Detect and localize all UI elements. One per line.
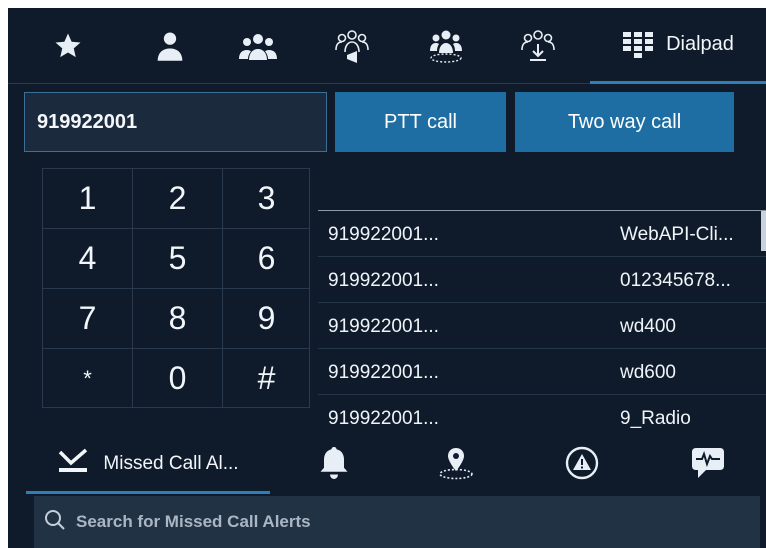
recent-number: 919922001... [328, 362, 439, 383]
tab-location[interactable] [426, 436, 486, 494]
tab-dialpad-label: Dialpad [666, 33, 734, 55]
person-icon [155, 30, 185, 62]
list-item[interactable]: 919922001... wd400 [318, 303, 766, 349]
recent-name: 012345678... [620, 270, 731, 291]
tab-favorites[interactable] [38, 8, 98, 84]
group-download-icon [519, 28, 557, 64]
tab-voice-messages[interactable] [678, 436, 738, 494]
warning-icon [565, 446, 599, 485]
tab-missed-call-alerts[interactable]: Missed Call Al... [26, 436, 270, 494]
key-hash[interactable]: # [222, 348, 310, 408]
bottom-tab-bar: Missed Call Al... [8, 436, 766, 496]
tab-emergency[interactable] [552, 436, 612, 494]
bell-icon [319, 445, 349, 486]
keypad-grid-icon [622, 31, 654, 59]
location-pin-icon [437, 446, 475, 485]
ptt-call-button[interactable]: PTT call [335, 92, 506, 152]
tab-alerts[interactable] [304, 436, 364, 494]
search-icon [44, 509, 66, 536]
app-window: Dialpad PTT call Two way call 1 2 3 4 5 … [8, 8, 766, 548]
key-2[interactable]: 2 [132, 168, 222, 228]
list-item[interactable]: 919922001... wd600 [318, 349, 766, 395]
tab-dialpad[interactable]: Dialpad [590, 8, 766, 84]
phone-number-input[interactable] [24, 92, 327, 152]
tab-broadcast[interactable] [322, 8, 382, 84]
group-icon [238, 30, 278, 62]
key-1[interactable]: 1 [42, 168, 132, 228]
missed-call-search-bar [34, 496, 760, 548]
recent-name: wd400 [620, 316, 676, 337]
dial-keypad: 1 2 3 4 5 6 7 8 9 * 0 # [42, 168, 310, 408]
list-item[interactable]: 919922001... 9_Radio [318, 395, 766, 441]
group-broadcast-icon [333, 28, 371, 64]
tab-contacts[interactable] [140, 8, 200, 84]
voice-message-icon [690, 446, 726, 485]
group-location-icon [427, 28, 465, 64]
top-tab-bar: Dialpad [8, 8, 766, 84]
tab-download[interactable] [508, 8, 568, 84]
recent-number: 919922001... [328, 270, 439, 291]
key-9[interactable]: 9 [222, 288, 310, 348]
recent-name: WebAPI-Cli... [620, 224, 734, 245]
recent-number: 919922001... [328, 316, 439, 337]
key-5[interactable]: 5 [132, 228, 222, 288]
tab-missed-call-label: Missed Call Al... [103, 452, 239, 474]
key-7[interactable]: 7 [42, 288, 132, 348]
key-8[interactable]: 8 [132, 288, 222, 348]
star-icon [53, 31, 83, 61]
key-6[interactable]: 6 [222, 228, 310, 288]
recent-calls-list: 919922001... WebAPI-Cli... 919922001... … [318, 210, 766, 436]
key-0[interactable]: 0 [132, 348, 222, 408]
list-scrollbar[interactable] [761, 211, 766, 251]
list-item[interactable]: 919922001... 012345678... [318, 257, 766, 303]
recent-name: 9_Radio [620, 408, 691, 429]
key-4[interactable]: 4 [42, 228, 132, 288]
tab-geofence[interactable] [416, 8, 476, 84]
recent-name: wd600 [620, 362, 676, 383]
two-way-call-button[interactable]: Two way call [515, 92, 734, 152]
key-star[interactable]: * [42, 348, 132, 408]
tab-groups[interactable] [228, 8, 288, 84]
missed-call-icon [57, 448, 89, 479]
search-input[interactable] [76, 512, 716, 532]
recent-number: 919922001... [328, 224, 439, 245]
key-3[interactable]: 3 [222, 168, 310, 228]
recent-number: 919922001... [328, 408, 439, 429]
list-item[interactable]: 919922001... WebAPI-Cli... [318, 211, 766, 257]
